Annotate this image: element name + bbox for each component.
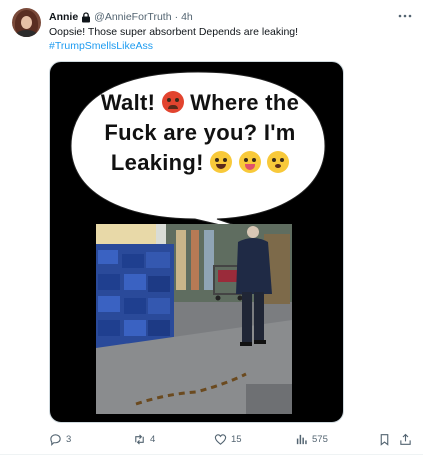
tweet-header: Annie @AnnieForTruth · 4h — [49, 9, 193, 25]
joy-emoji — [210, 151, 233, 173]
repost-button[interactable]: 4 — [133, 430, 155, 448]
tweet-text: Oopsie! Those super absorbent Depends ar… — [49, 25, 409, 53]
separator-dot: · — [174, 11, 179, 23]
meme-caption: Walt! Where the Fuck are you? I'm Leakin… — [90, 88, 310, 178]
view-count: 575 — [312, 433, 328, 445]
meme-line-1: Walt! Where the — [90, 88, 310, 118]
tweet-card[interactable]: Annie @AnnieForTruth · 4h Oopsie! Those … — [0, 0, 423, 455]
timestamp[interactable]: 4h — [181, 11, 193, 23]
tongue-out-emoji — [238, 151, 261, 173]
bookmark-button[interactable] — [378, 430, 395, 448]
meme-line-3: Leaking! — [90, 148, 310, 178]
avatar-shoulder — [16, 30, 37, 37]
meme-text-where: Where the — [190, 90, 300, 115]
repost-icon — [135, 433, 144, 445]
like-count: 15 — [231, 433, 242, 445]
tweet-media[interactable]: Walt! Where the Fuck are you? I'm Leakin… — [49, 61, 344, 423]
avatar-face — [21, 16, 32, 29]
views-icon — [296, 434, 307, 444]
lock-icon — [82, 11, 91, 22]
author-handle[interactable]: @AnnieForTruth — [94, 11, 171, 23]
meme-line-2: Fuck are you? I'm — [104, 120, 296, 145]
reply-count: 3 — [66, 433, 72, 445]
avatar[interactable] — [12, 8, 41, 37]
flushed-emoji — [267, 151, 290, 173]
heart-icon — [214, 433, 227, 445]
views-button[interactable]: 575 — [295, 430, 328, 448]
reply-icon — [50, 433, 61, 446]
repost-count: 4 — [150, 433, 156, 445]
angry-face-emoji — [161, 91, 184, 113]
action-bar: 3 4 15 575 — [49, 430, 415, 448]
meme-text-leaking: Leaking! — [110, 150, 204, 175]
share-icon — [400, 433, 411, 445]
like-button[interactable]: 15 — [214, 430, 242, 448]
author-name[interactable]: Annie — [49, 11, 78, 23]
meme-text-walt: Walt! — [100, 90, 156, 115]
hashtag-link[interactable]: #TrumpSmellsLikeAss — [49, 39, 409, 53]
bookmark-icon — [380, 433, 389, 446]
store-photo — [96, 224, 292, 414]
share-button[interactable] — [399, 430, 416, 448]
tweet-body: Oopsie! Those super absorbent Depends ar… — [49, 26, 299, 38]
more-horizontal-icon[interactable] — [396, 10, 414, 22]
reply-button[interactable]: 3 — [49, 430, 71, 448]
